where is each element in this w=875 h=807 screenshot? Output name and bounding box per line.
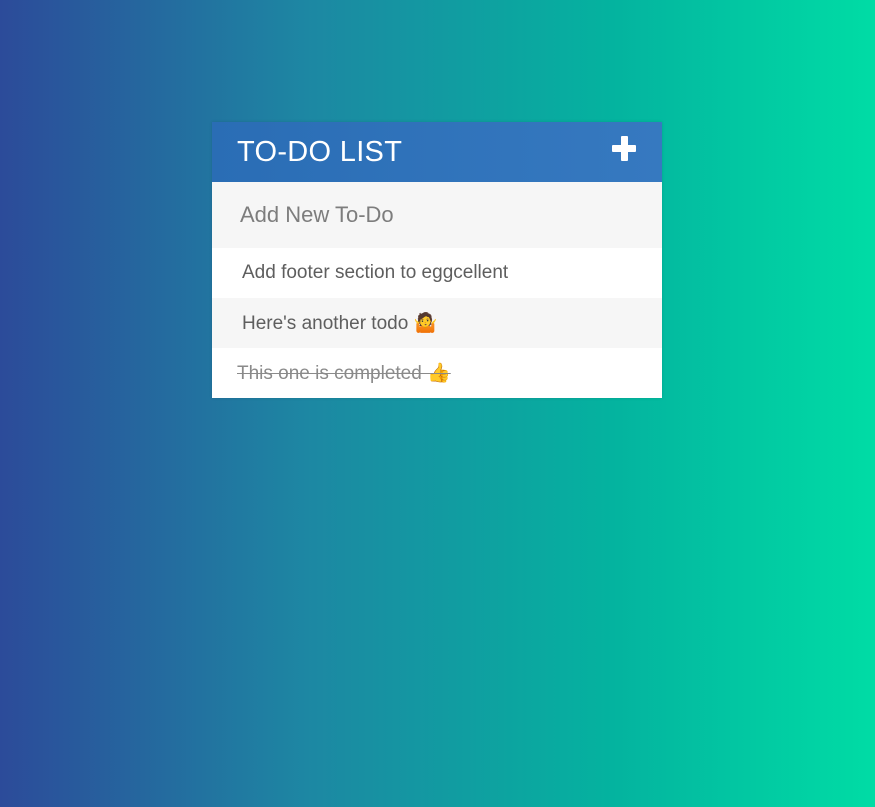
todo-list: Add footer section to eggcellent Here's … <box>212 248 662 398</box>
todo-header: TO-DO LIST <box>212 122 662 182</box>
todo-card: TO-DO LIST Add footer section to eggcell… <box>212 122 662 398</box>
new-todo-input[interactable] <box>212 182 662 248</box>
todo-item-text: This one is completed 👍 <box>237 363 451 384</box>
plus-icon[interactable] <box>612 136 638 162</box>
todo-item[interactable]: Here's another todo 🤷 <box>212 298 662 348</box>
todo-item-text: Add footer section to eggcellent <box>242 262 509 283</box>
todo-title: TO-DO LIST <box>237 135 403 168</box>
todo-item-completed[interactable]: This one is completed 👍 <box>212 348 662 398</box>
todo-item-text: Here's another todo 🤷 <box>242 313 438 334</box>
todo-item[interactable]: Add footer section to eggcellent <box>212 248 662 298</box>
